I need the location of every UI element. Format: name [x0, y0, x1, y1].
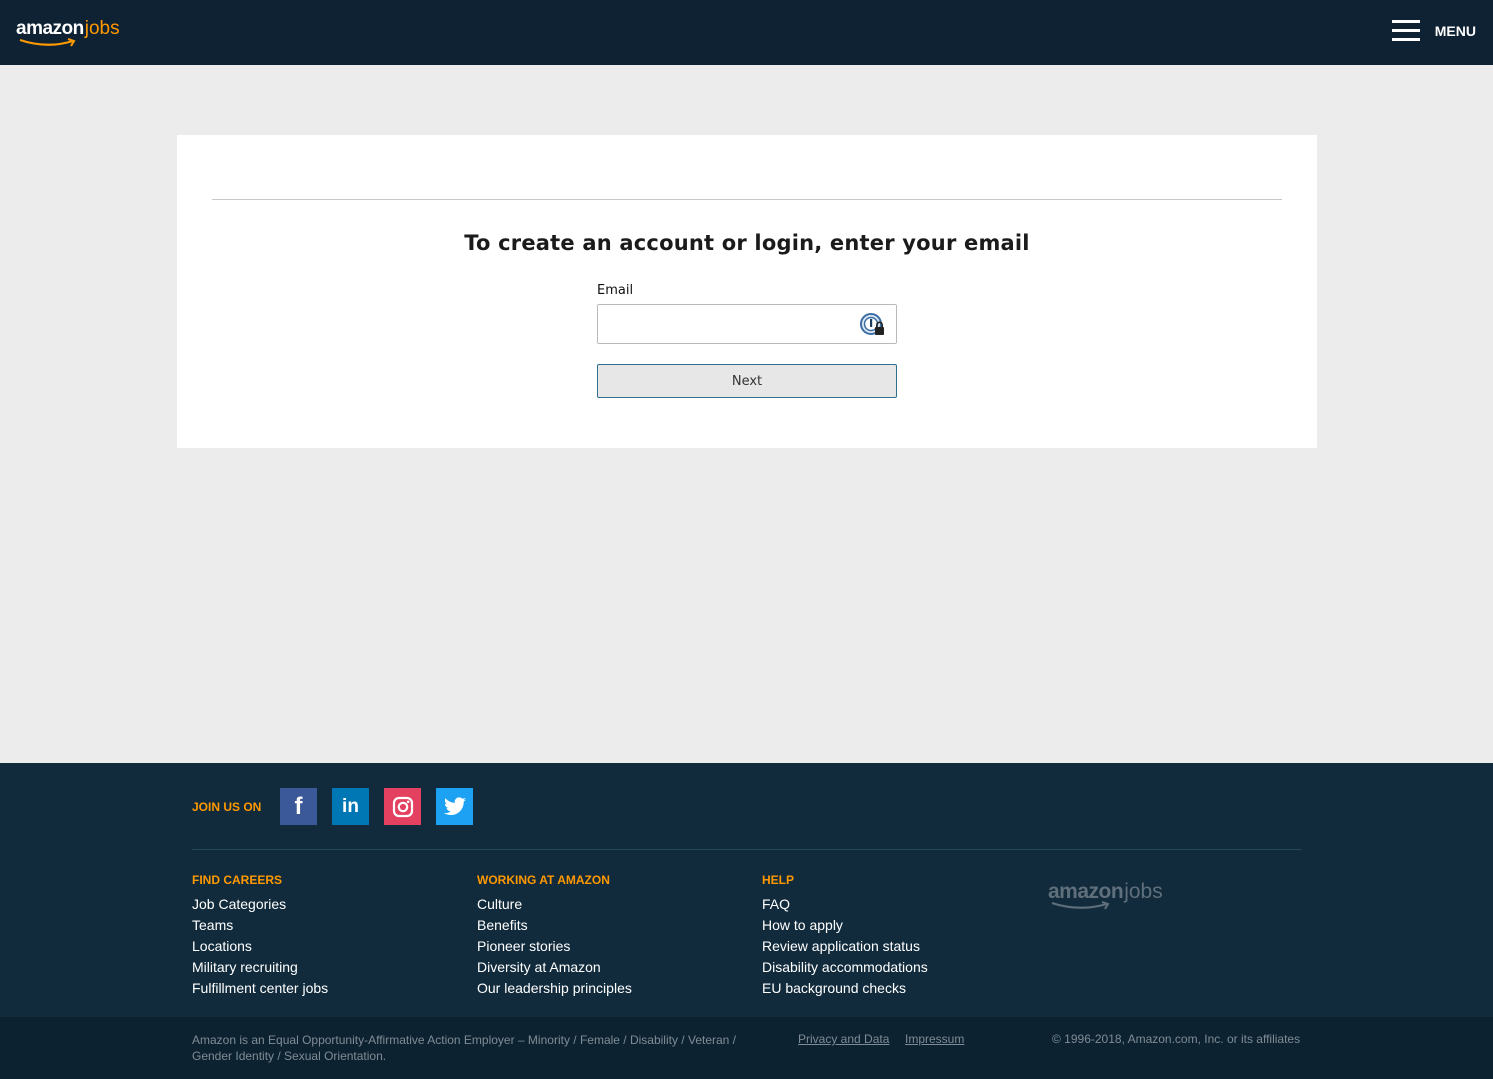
email-label: Email — [597, 283, 634, 298]
footer-logo: amazonjobs — [1048, 880, 1163, 910]
footer-divider — [192, 849, 1302, 850]
footer-heading: FIND CAREERS — [192, 873, 283, 887]
top-header: amazon jobs MENU — [0, 0, 1493, 65]
site-footer: JOIN US ON f in FIND CAREERS Job Categor… — [0, 763, 1493, 1079]
hamburger-icon — [1391, 20, 1420, 42]
join-us-label: JOIN US ON — [192, 800, 262, 814]
footer-column-working-at-amazon: WORKING AT AMAZON Culture Benefits Pione… — [477, 873, 632, 999]
footer-link[interactable]: How to apply — [762, 915, 928, 936]
footer-link[interactable]: Job Categories — [192, 894, 328, 915]
footer-bottom-bar: Amazon is an Equal Opportunity-Affirmati… — [0, 1017, 1493, 1079]
footer-link[interactable]: Culture — [477, 894, 632, 915]
instagram-link[interactable] — [384, 788, 421, 825]
email-field[interactable] — [597, 304, 897, 344]
footer-link[interactable]: Locations — [192, 936, 328, 957]
login-card: To create an account or login, enter you… — [177, 135, 1317, 448]
footer-link[interactable]: Disability accommodations — [762, 957, 928, 978]
footer-link[interactable]: Fulfillment center jobs — [192, 978, 328, 999]
footer-logo-word-amazon: amazon — [1048, 880, 1124, 903]
footer-link[interactable]: Pioneer stories — [477, 936, 632, 957]
facebook-link[interactable]: f — [280, 788, 317, 825]
privacy-link[interactable]: Privacy and Data — [798, 1032, 889, 1046]
footer-heading: WORKING AT AMAZON — [477, 873, 610, 887]
logo-word-amazon: amazon — [16, 18, 84, 39]
footer-smile-icon — [1051, 901, 1110, 910]
twitter-link[interactable] — [436, 788, 473, 825]
menu-button[interactable]: MENU — [1391, 20, 1476, 42]
footer-link[interactable]: Diversity at Amazon — [477, 957, 632, 978]
instagram-icon — [392, 796, 413, 817]
linkedin-icon: in — [342, 795, 359, 817]
copyright-text: © 1996-2018, Amazon.com, Inc. or its aff… — [1052, 1032, 1301, 1046]
footer-link[interactable]: Benefits — [477, 915, 632, 936]
footer-column-find-careers: FIND CAREERS Job Categories Teams Locati… — [192, 873, 328, 999]
password-manager-icon[interactable] — [860, 313, 886, 337]
smile-arrow-icon — [19, 38, 76, 47]
page-title: To create an account or login, enter you… — [464, 231, 1030, 255]
footer-link[interactable]: Military recruiting — [192, 957, 328, 978]
twitter-icon — [443, 796, 466, 815]
footer-link[interactable]: EU background checks — [762, 978, 928, 999]
footer-logo-word-jobs: jobs — [1124, 880, 1163, 903]
card-divider — [212, 199, 1282, 200]
footer-link[interactable]: Review application status — [762, 936, 928, 957]
footer-link[interactable]: Teams — [192, 915, 328, 936]
footer-link[interactable]: FAQ — [762, 894, 928, 915]
linkedin-link[interactable]: in — [332, 788, 369, 825]
eeo-statement: Amazon is an Equal Opportunity-Affirmati… — [192, 1033, 737, 1063]
logo-word-jobs: jobs — [84, 18, 120, 39]
footer-heading: HELP — [762, 873, 795, 887]
menu-label: MENU — [1434, 23, 1476, 39]
next-button[interactable]: Next — [597, 364, 897, 398]
impressum-link[interactable]: Impressum — [905, 1032, 964, 1046]
amazon-jobs-logo[interactable]: amazon jobs — [16, 18, 120, 48]
footer-link[interactable]: Our leadership principles — [477, 978, 632, 999]
footer-column-help: HELP FAQ How to apply Review application… — [762, 873, 928, 999]
facebook-icon: f — [294, 792, 303, 820]
